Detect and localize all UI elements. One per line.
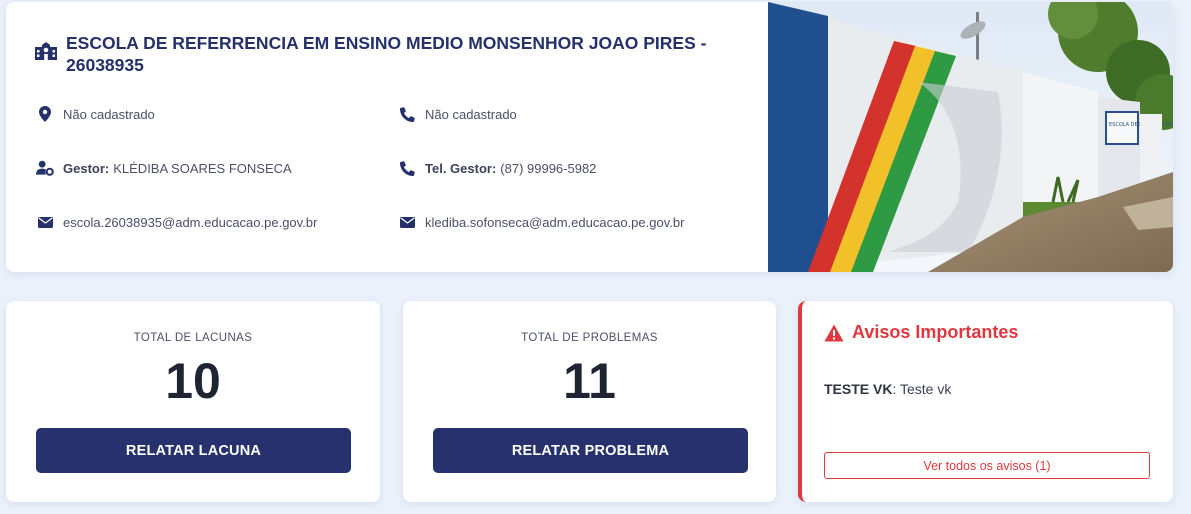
avisos-title: Avisos Importantes xyxy=(852,322,1019,342)
problemas-label: TOTAL DE PROBLEMAS xyxy=(521,332,658,344)
gestor-name: KLÉDIBA SOARES FONSECA xyxy=(113,160,292,176)
phone-icon xyxy=(398,159,416,177)
phone-icon xyxy=(398,105,416,123)
lacunas-value: 10 xyxy=(165,353,221,409)
relatar-lacuna-button[interactable]: RELATAR LACUNA xyxy=(36,428,351,473)
avisos-header: Avisos Importantes xyxy=(824,322,1018,343)
ver-todos-avisos-button[interactable]: Ver todos os avisos (1) xyxy=(824,452,1150,479)
aviso-item: TESTE VK: Teste vk xyxy=(824,381,951,397)
tel-gestor-label: Tel. Gestor: xyxy=(425,160,497,176)
address-text: Não cadastrado xyxy=(63,106,155,122)
school-email[interactable]: escola.26038935@adm.educacao.pe.gov.br xyxy=(63,215,317,230)
school-info-card: ESCOLA DE REFERRENCIA EM ENSINO MEDIO MO… xyxy=(6,2,1173,272)
school-email-info: escola.26038935@adm.educacao.pe.gov.br xyxy=(36,212,317,232)
avisos-card: Avisos Importantes TESTE VK: Teste vk Ve… xyxy=(798,301,1173,502)
gestor-email[interactable]: klediba.sofonseca@adm.educacao.pe.gov.br xyxy=(425,215,684,230)
tel-gestor-info: Tel. Gestor: (87) 99996-5982 xyxy=(398,158,596,178)
tel-gestor-value: (87) 99996-5982 xyxy=(500,160,597,176)
gestor-info: Gestor: KLÉDIBA SOARES FONSECA xyxy=(36,158,292,178)
aviso-item-text: : Teste vk xyxy=(892,381,952,397)
problemas-card: TOTAL DE PROBLEMAS 11 RELATAR PROBLEMA xyxy=(403,301,776,502)
map-pin-icon xyxy=(36,105,54,123)
warning-icon xyxy=(824,324,844,341)
school-title: ESCOLA DE REFERRENCIA EM ENSINO MEDIO MO… xyxy=(66,33,707,75)
phone-text: Não cadastrado xyxy=(425,106,517,122)
school-photo: ESCOLA DE REFERÊNCIA EM ENSINO MÉDIO xyxy=(768,2,1173,272)
aviso-item-title: TESTE VK xyxy=(824,381,893,397)
gestor-email-info: klediba.sofonseca@adm.educacao.pe.gov.br xyxy=(398,212,684,232)
envelope-icon xyxy=(36,213,54,231)
school-icon xyxy=(35,42,57,60)
address-info: Não cadastrado xyxy=(36,104,155,124)
problemas-value: 11 xyxy=(563,353,616,409)
lacunas-label: TOTAL DE LACUNAS xyxy=(133,332,253,344)
envelope-icon xyxy=(398,213,416,231)
relatar-problema-button[interactable]: RELATAR PROBLEMA xyxy=(433,428,748,473)
gestor-label: Gestor: xyxy=(63,160,110,176)
phone-info: Não cadastrado xyxy=(398,104,517,124)
lacunas-card: TOTAL DE LACUNAS 10 RELATAR LACUNA xyxy=(6,301,380,502)
user-cog-icon xyxy=(36,159,54,177)
